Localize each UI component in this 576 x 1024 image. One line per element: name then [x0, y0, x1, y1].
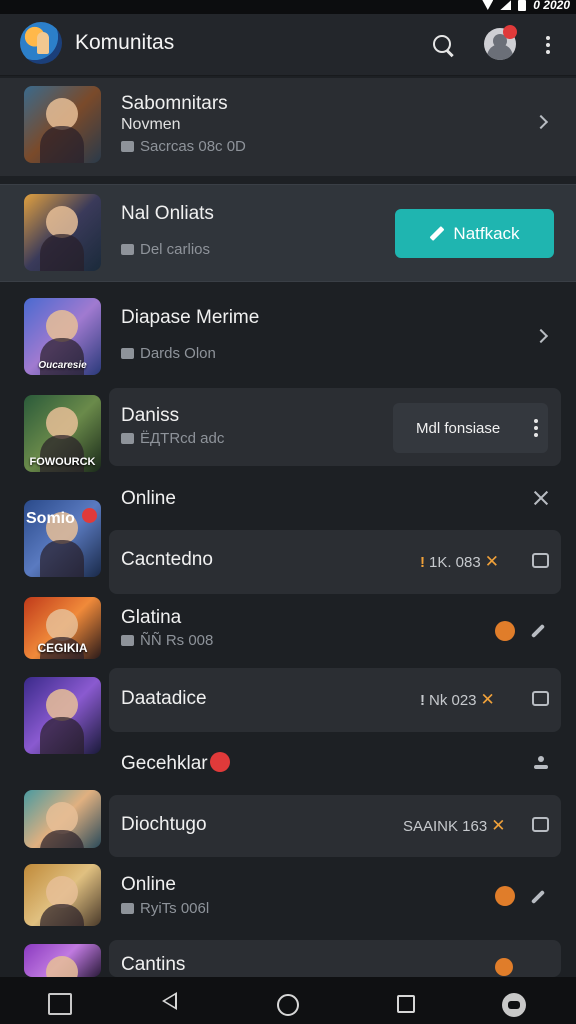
item-meta: ЁДTRcd adc: [140, 430, 225, 447]
info-icon: !: [420, 553, 425, 571]
close-icon[interactable]: [533, 490, 549, 506]
button-label: Mdl fonsiase: [416, 419, 501, 437]
thumbnail-label: FOWOURCK: [29, 456, 96, 468]
status-dot: [495, 886, 515, 906]
thumbnail-badge: [82, 508, 97, 523]
item-stat: ! Nk 023 ✕: [420, 690, 495, 710]
item-title: Cacntedno: [121, 549, 213, 570]
app-switch-icon[interactable]: [48, 993, 72, 1015]
item-meta: ÑÑ Rs 008: [140, 632, 214, 649]
group-icon: [121, 244, 134, 255]
item-title: Diochtugo: [121, 814, 207, 835]
primary-action-button[interactable]: Natfkack: [395, 209, 554, 258]
thumbnail: [24, 864, 101, 926]
tool-icon: [121, 635, 134, 646]
status-bar: 0 2020: [0, 0, 576, 14]
notification-badge: [503, 25, 517, 39]
thumbnail: FOWOURCK: [24, 395, 101, 472]
system-nav-bar: [0, 977, 576, 1024]
tool-icon: [121, 903, 134, 914]
item-title: Diapase Merime: [121, 307, 260, 328]
item-meta: Del carlios: [140, 241, 211, 258]
item-title: Daatadice: [121, 688, 207, 709]
item-title: Sabomnitars: [121, 93, 228, 114]
recents-icon[interactable]: [397, 995, 415, 1013]
thumbnail: [24, 86, 101, 163]
battery-icon: [518, 0, 527, 11]
page-title: Komunitas: [75, 31, 175, 54]
wifi-icon: [482, 0, 494, 10]
calendar-icon: [121, 141, 134, 152]
item-meta-row: Dards Olon: [121, 345, 216, 362]
grid-icon[interactable]: [532, 691, 549, 706]
list-item[interactable]: Oucaresie Diapase Merime Dards Olon: [0, 290, 576, 386]
tool-icon: [121, 433, 134, 444]
item-meta-row: ЁДTRcd adc: [121, 430, 224, 447]
button-label: Natfkack: [453, 223, 520, 243]
thumbnail: [24, 194, 101, 271]
thumbnail: CEGIKIA: [24, 597, 101, 659]
item-stat: SAAINK 163 ✕: [403, 816, 505, 836]
more-vert-icon[interactable]: [534, 419, 538, 437]
item-title: Online: [121, 874, 176, 895]
item-stat: ! 1K. 083 ✕: [420, 552, 499, 572]
app-bar: Komunitas: [0, 14, 576, 76]
item-title: Daniss: [121, 405, 180, 426]
item-subtitle: Novmen: [121, 116, 181, 133]
section-title: Online: [121, 488, 176, 509]
chevron-right-icon[interactable]: [533, 114, 549, 130]
back-icon[interactable]: [162, 992, 177, 1010]
section-title-text: Gecehklar: [121, 753, 208, 774]
status-dot: [495, 621, 515, 641]
item-title: Glatina: [121, 607, 182, 628]
thumbnail: Oucaresie: [24, 298, 101, 375]
item-meta-row: ÑÑ Rs 008: [121, 632, 213, 649]
thumbnail-label: Oucaresie: [38, 360, 87, 371]
stat-value: SAAINK 163: [403, 817, 488, 835]
item-meta-row: Del carlios: [121, 241, 210, 258]
edit-icon: [429, 226, 445, 241]
item-title: Nal Onliats: [121, 203, 214, 224]
thumbnail-label: CEGIKIA: [37, 641, 88, 655]
star-icon: ✕: [491, 816, 506, 835]
lock-icon: [121, 348, 134, 359]
more-vert-icon[interactable]: [546, 36, 550, 54]
list-item[interactable]: Sabomnitars Novmen Sacrcas 08c 0D: [0, 78, 576, 176]
item-title: Cantins: [121, 954, 186, 975]
status-dot: [495, 958, 513, 976]
search-icon[interactable]: [430, 32, 458, 60]
wrench-icon[interactable]: [530, 889, 546, 905]
star-icon: ✕: [480, 690, 495, 709]
status-time: 0 2020: [533, 0, 570, 12]
grid-icon[interactable]: [532, 553, 549, 568]
grid-icon[interactable]: [532, 817, 549, 832]
item-meta-row: RyiTs 006l: [121, 900, 209, 917]
thumbnail: [24, 944, 101, 977]
chevron-right-icon[interactable]: [533, 328, 549, 344]
thumbnail-label: Somio: [26, 510, 75, 527]
thumbnail: Somio: [24, 500, 101, 577]
alert-badge: [209, 752, 230, 772]
assistant-icon[interactable]: [502, 993, 526, 1017]
thumbnail: [24, 790, 101, 848]
wrench-icon[interactable]: [530, 623, 546, 639]
person-icon[interactable]: [534, 756, 548, 770]
item-meta: Sacrcas 08c 0D: [140, 138, 246, 155]
item-meta-row: Sacrcas 08c 0D: [121, 138, 246, 155]
thumbnail: [24, 677, 101, 754]
item-meta: Dards Olon: [140, 345, 216, 362]
stat-value: Nk 023: [429, 691, 477, 709]
signal-icon: [500, 0, 512, 10]
section-title: Gecehklar: [121, 752, 230, 775]
info-icon: !: [420, 691, 425, 709]
secondary-action-button[interactable]: Mdl fonsiase: [393, 403, 548, 453]
item-meta: RyiTs 006l: [140, 900, 210, 917]
home-icon[interactable]: [277, 994, 299, 1016]
app-logo: [20, 22, 62, 64]
stat-value: 1K. 083: [429, 553, 481, 571]
star-icon: ✕: [484, 552, 499, 571]
